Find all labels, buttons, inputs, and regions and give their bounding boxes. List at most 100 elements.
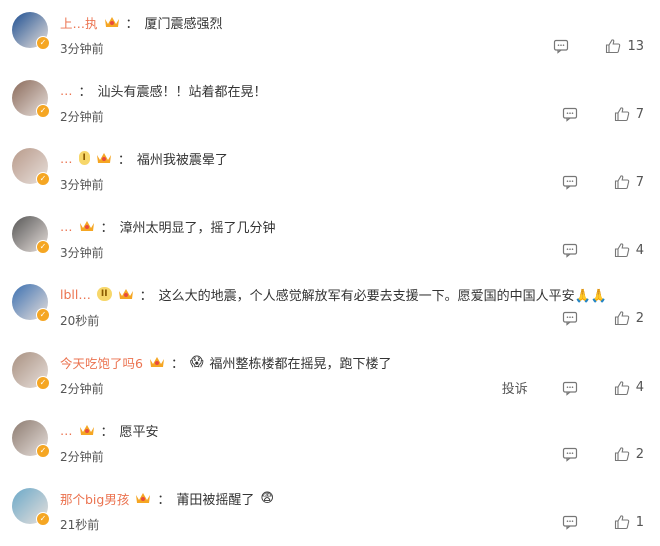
comment-text: 汕头有震感！！站着都在晃！	[97, 84, 267, 100]
username[interactable]: 那个big男孩	[60, 489, 129, 508]
like-button[interactable]: 7	[614, 174, 644, 190]
comment-text: 莆田被摇醒了	[176, 492, 255, 508]
comment-text: 这么大的地震，个人感觉解放军有必要去支援一下。愿爱国的中国人平安🙏🙏	[158, 288, 607, 304]
comment-header: … I ： 福州我被震晕了	[60, 148, 228, 168]
comment-header: … ： 愿平安	[60, 420, 159, 440]
comment-item: ✓ … ： 漳州太明显了，摇了几分钟 3分钟前 4	[0, 206, 660, 274]
reply-comment-icon[interactable]	[562, 380, 578, 396]
verified-badge-icon: ✓	[36, 512, 50, 526]
like-button[interactable]: 4	[614, 380, 644, 396]
verified-badge-icon: ✓	[36, 308, 50, 322]
username[interactable]: …	[60, 151, 73, 166]
like-count: 4	[635, 242, 644, 258]
username[interactable]: …	[60, 219, 73, 234]
thumbs-up-icon	[614, 106, 630, 122]
like-button[interactable]: 1	[614, 514, 644, 530]
verified-badge-icon: ✓	[36, 376, 50, 390]
reply-comment-icon[interactable]	[562, 242, 578, 258]
comment-text: 漳州太明显了，摇了几分钟	[119, 220, 276, 236]
thumbs-up-icon	[605, 38, 621, 54]
reply-comment-icon[interactable]	[562, 310, 578, 326]
comment-time: 3分钟前	[60, 42, 104, 56]
thumbs-up-icon	[614, 174, 630, 190]
comment-time: 21秒前	[60, 518, 100, 532]
thumbs-up-icon	[614, 446, 630, 462]
like-button[interactable]: 2	[614, 310, 644, 326]
colon-separator: ：	[125, 16, 139, 32]
like-count: 7	[635, 106, 644, 122]
report-button[interactable]: 投诉	[502, 378, 528, 397]
like-button[interactable]: 2	[614, 446, 644, 462]
like-count: 1	[635, 514, 644, 530]
comment-actions: 13	[553, 38, 644, 54]
colon-separator: ：	[100, 424, 114, 440]
verified-badge-icon: ✓	[36, 172, 50, 186]
comment-time: 2分钟前	[60, 450, 104, 464]
fan-level-badge: II	[96, 287, 112, 301]
crown-icon	[118, 287, 134, 301]
like-count: 7	[635, 174, 644, 190]
crown-icon	[135, 491, 151, 505]
comment-time: 20秒前	[60, 314, 100, 328]
comment-actions: 7	[562, 174, 644, 190]
crown-icon	[96, 151, 112, 165]
comment-item: ✓ 上…执 ： 厦门震感强烈 3分钟前 13	[0, 2, 660, 70]
like-button[interactable]: 7	[614, 106, 644, 122]
comment-actions: 2	[562, 446, 644, 462]
emoji-scream-icon: 😱	[189, 354, 204, 370]
username[interactable]: 上…执	[60, 13, 98, 32]
comment-item: ✓ 那个big男孩 ： 莆田被摇醒了 😨 21秒前 1	[0, 478, 660, 546]
comment-actions: 4	[562, 242, 644, 258]
comment-header: 那个big男孩 ： 莆田被摇醒了 😨	[60, 488, 274, 508]
reply-comment-icon[interactable]	[562, 106, 578, 122]
crown-icon	[79, 423, 95, 437]
comment-header: lbll… II ： 这么大的地震，个人感觉解放军有必要去支援一下。愿爱国的中国人平安…	[60, 284, 607, 304]
like-button[interactable]: 4	[614, 242, 644, 258]
username[interactable]: 今天吃饱了吗6	[60, 353, 143, 372]
verified-badge-icon: ✓	[36, 104, 50, 118]
comment-actions: 7	[562, 106, 644, 122]
comment-header: … ： 汕头有震感！！站着都在晃！	[60, 80, 267, 100]
thumbs-up-icon	[614, 310, 630, 326]
comment-item: ✓ … I ： 福州我被震晕了 3分钟前 7	[0, 138, 660, 206]
comment-actions: 2	[562, 310, 644, 326]
like-button[interactable]: 13	[605, 38, 644, 54]
thumbs-up-icon	[614, 380, 630, 396]
username[interactable]: …	[60, 423, 73, 438]
crown-icon	[104, 15, 120, 29]
comment-text: 厦门震感强烈	[144, 16, 223, 32]
colon-separator: ：	[100, 220, 114, 236]
reply-comment-icon[interactable]	[553, 38, 569, 54]
comment-time: 2分钟前	[60, 110, 104, 124]
fan-level-badge: I	[78, 151, 90, 165]
verified-badge-icon: ✓	[36, 240, 50, 254]
reply-comment-icon[interactable]	[562, 514, 578, 530]
emoji-fearful-icon: 😨	[260, 490, 274, 506]
thumbs-up-icon	[614, 514, 630, 530]
comment-item: ✓ lbll… II ： 这么大的地震，个人感觉解放军有必要去支援一下。愿爱国的中国人平…	[0, 274, 660, 342]
colon-separator: ：	[170, 356, 184, 372]
comment-actions: 投诉 4	[502, 378, 644, 397]
reply-comment-icon[interactable]	[562, 446, 578, 462]
colon-separator: ：	[157, 492, 171, 508]
like-count: 2	[635, 310, 644, 326]
username[interactable]: lbll…	[60, 287, 91, 302]
verified-badge-icon: ✓	[36, 36, 50, 50]
like-count: 4	[635, 380, 644, 395]
comment-item: ✓ 今天吃饱了吗6 ： 😱 福州整栋楼都在摇晃，跑下楼了 2分钟前 投诉 4	[0, 342, 660, 410]
comment-text: 福州我被震晕了	[136, 152, 228, 168]
comment-text: 福州整栋楼都在摇晃，跑下楼了	[209, 356, 392, 372]
colon-separator: ：	[78, 84, 92, 100]
comment-actions: 1	[562, 514, 644, 530]
colon-separator: ：	[139, 288, 153, 304]
comment-time: 3分钟前	[60, 246, 104, 260]
crown-icon	[149, 355, 165, 369]
verified-badge-icon: ✓	[36, 444, 50, 458]
thumbs-up-icon	[614, 242, 630, 258]
comment-item: ✓ … ： 愿平安 2分钟前 2	[0, 410, 660, 478]
comment-header: … ： 漳州太明显了，摇了几分钟	[60, 216, 276, 236]
comment-header: 上…执 ： 厦门震感强烈	[60, 12, 223, 32]
comment-text: 愿平安	[119, 424, 159, 440]
username[interactable]: …	[60, 83, 73, 98]
reply-comment-icon[interactable]	[562, 174, 578, 190]
